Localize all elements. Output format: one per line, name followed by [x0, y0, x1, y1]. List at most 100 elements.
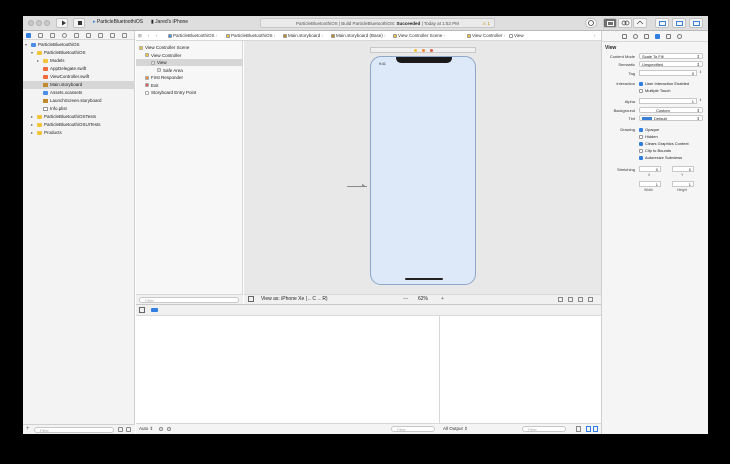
file-inspector-icon[interactable] [622, 34, 627, 39]
navigator-item[interactable]: Info.plist [23, 105, 135, 113]
exit-dock-icon[interactable] [430, 49, 433, 52]
breadcrumb-item[interactable]: View [509, 31, 524, 41]
console-filter-input[interactable]: Filter [522, 426, 566, 432]
tag-field[interactable]: 0 [639, 70, 697, 76]
find-navigator-icon[interactable] [62, 33, 67, 38]
zoom-in-button[interactable]: + [441, 295, 444, 304]
background-popup[interactable]: Custom ⇕ [639, 107, 703, 113]
stretch-x-field[interactable]: 0 [639, 166, 661, 172]
first-responder-dock-icon[interactable] [422, 49, 425, 52]
stretch-y-field[interactable]: 0 [672, 166, 694, 172]
navigator-item[interactable]: ViewController.swift [23, 73, 135, 81]
breadcrumb-item[interactable]: ParticleBluetoothiOS › [168, 31, 217, 41]
breakpoints-toggle-icon[interactable] [151, 308, 158, 312]
project-navigator-icon[interactable] [26, 33, 31, 38]
clears-graphics-checkbox[interactable]: Clears Graphics Context [639, 141, 689, 146]
scene-dock[interactable] [370, 47, 476, 53]
device-selector[interactable]: ▮ Jared's iPhone [151, 18, 188, 28]
outline-item[interactable]: View Controller Scene [136, 44, 243, 51]
navigator-item[interactable]: AppDelegate.swift [23, 65, 135, 73]
forward-icon[interactable]: › [156, 31, 158, 41]
debug-navigator-icon[interactable] [98, 33, 103, 38]
navigator-item[interactable]: ▸ Products [23, 129, 135, 137]
embed-in-stack-icon[interactable] [568, 297, 573, 302]
breadcrumb-item[interactable]: ParticleBluetoothiOS › [226, 31, 275, 41]
close-window-button[interactable] [28, 20, 34, 26]
show-variables-icon[interactable] [586, 426, 591, 432]
semantic-popup[interactable]: Unspecified ⇕ [639, 61, 703, 67]
show-console-icon[interactable] [593, 426, 598, 432]
iphone-scene[interactable]: 9:41 [370, 56, 476, 285]
navigator-item[interactable]: Main.storyboard [23, 81, 135, 89]
version-editor-button[interactable] [633, 18, 647, 28]
breadcrumb-item[interactable]: View Controller › [467, 31, 505, 41]
attributes-inspector-icon[interactable] [655, 34, 660, 39]
test-navigator-icon[interactable] [86, 33, 91, 38]
info-icon[interactable] [167, 427, 171, 431]
add-file-icon[interactable]: + [26, 426, 30, 432]
source-control-icon[interactable] [38, 33, 43, 38]
breakpoint-navigator-icon[interactable] [110, 33, 115, 38]
recent-files-filter-icon[interactable] [118, 427, 123, 432]
view-as-label[interactable]: View as: iPhone Xe (←C ←R) [261, 295, 328, 304]
variables-filter-input[interactable]: Filter [391, 426, 435, 432]
toggle-navigator-button[interactable] [655, 18, 669, 28]
related-items-icon[interactable]: ⊞ [138, 31, 142, 41]
zoom-window-button[interactable] [44, 20, 50, 26]
navigator-item[interactable]: ▸ ParticleBluetoothiOSTests [23, 113, 135, 121]
hidden-checkbox[interactable]: Hidden [639, 134, 658, 139]
hide-debug-area-icon[interactable] [139, 307, 145, 313]
navigator-item[interactable]: ▸ ParticleBluetoothiOSUITests [23, 121, 135, 129]
size-inspector-icon[interactable] [666, 34, 671, 39]
opaque-checkbox[interactable]: Opaque [639, 127, 659, 132]
outline-item[interactable]: View Controller [136, 52, 243, 59]
add-constraints-icon[interactable] [588, 297, 593, 302]
navigator-item[interactable]: ▾ ParticleBluetoothiOS [23, 49, 135, 57]
modified-files-filter-icon[interactable] [126, 427, 131, 432]
variables-scope-select[interactable]: Auto ⇕ [139, 424, 153, 434]
hide-outline-icon[interactable] [248, 296, 254, 302]
report-navigator-icon[interactable] [122, 33, 127, 38]
toggle-inspector-button[interactable] [689, 18, 703, 28]
navigator-filter-input[interactable]: Filter [34, 427, 114, 433]
library-button[interactable] [585, 18, 597, 28]
multiple-touch-checkbox[interactable]: Multiple Touch [639, 88, 671, 93]
stop-button[interactable] [73, 18, 85, 28]
outline-item[interactable]: View [136, 59, 243, 66]
outline-item[interactable]: First Responder [136, 74, 243, 81]
storyboard-canvas[interactable]: ▸ 9:41 [244, 41, 601, 309]
stretch-width-field[interactable]: 1 [639, 181, 661, 187]
next-issue-icon[interactable]: › [594, 31, 596, 41]
standard-editor-button[interactable] [603, 18, 617, 28]
run-button[interactable] [56, 18, 68, 28]
symbol-navigator-icon[interactable] [50, 33, 55, 38]
outline-item[interactable]: Safe Area [136, 67, 243, 74]
navigator-item[interactable]: Assets.xcassets [23, 89, 135, 97]
tint-popup[interactable]: Default ⇕ [639, 115, 703, 121]
toggle-debug-area-button[interactable] [672, 18, 686, 28]
console-output-select[interactable]: All Output ⇕ [443, 424, 468, 434]
eye-icon[interactable] [159, 427, 163, 431]
breadcrumb-item[interactable]: Main.storyboard (Base) › [331, 31, 386, 41]
quick-help-icon[interactable] [633, 34, 638, 39]
breadcrumb-item[interactable]: Main.storyboard › [283, 31, 323, 41]
outline-item[interactable]: Storyboard Entry Point [136, 89, 243, 96]
navigator-item[interactable]: LaunchScreen.storyboard [23, 97, 135, 105]
issue-navigator-icon[interactable] [74, 33, 79, 38]
clip-to-bounds-checkbox[interactable]: Clip to Bounds [639, 148, 671, 153]
stretch-height-field[interactable]: 1 [672, 181, 694, 187]
content-mode-popup[interactable]: Scale To Fill ⇕ [639, 53, 703, 59]
debug-split-divider[interactable] [439, 316, 440, 434]
tag-stepper[interactable]: ⇕ [699, 70, 702, 74]
autoresize-checkbox[interactable]: Autoresize Subviews [639, 155, 682, 160]
connections-inspector-icon[interactable] [677, 34, 682, 39]
warning-badge[interactable]: ⚠ 1 [482, 19, 490, 28]
zoom-out-button[interactable]: — [403, 295, 408, 304]
user-interaction-checkbox[interactable]: User Interaction Enabled [639, 81, 689, 86]
navigator-item[interactable]: ▾ ParticleBluetoothiOS [23, 41, 135, 49]
update-frames-icon[interactable] [558, 297, 563, 302]
scheme-selector[interactable]: ▸ ParticleBluetoothiOS [93, 18, 143, 28]
alpha-stepper[interactable]: ⇕ [699, 98, 702, 102]
assistant-editor-button[interactable] [618, 18, 632, 28]
outline-item[interactable]: Exit [136, 82, 243, 89]
